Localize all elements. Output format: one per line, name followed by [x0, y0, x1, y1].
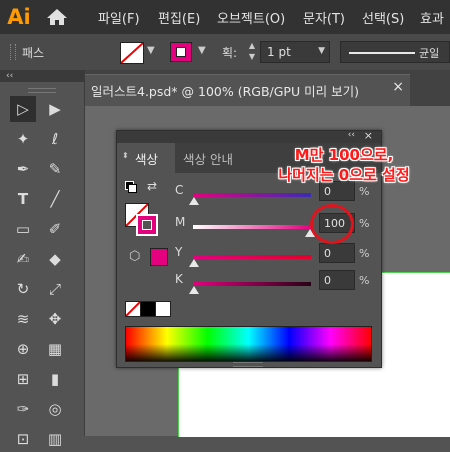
lasso-tool-icon[interactable]: ℓ	[42, 126, 68, 152]
tab-color-guide[interactable]: 색상 안내	[183, 149, 233, 168]
document-tab-title: 일러스트4.psd* @ 100% (RGB/GPU 미리 보기)	[91, 84, 359, 99]
default-colors-icon[interactable]	[125, 181, 137, 193]
black-color-button[interactable]	[140, 301, 156, 317]
none-color-button[interactable]	[125, 301, 141, 317]
line-tool-icon[interactable]: ╱	[42, 186, 68, 212]
menu-object[interactable]: 오브젝트(O)	[217, 8, 285, 27]
selection-tool-icon[interactable]: ▷	[10, 96, 36, 122]
annotation-text: M만 100으로, 나머지는 0으로 설정	[278, 146, 410, 184]
stroke-profile-select[interactable]: 균일	[340, 41, 450, 63]
close-icon[interactable]: ×	[392, 79, 404, 95]
rotate-tool-icon[interactable]: ↻	[10, 276, 36, 302]
blend-tool-icon[interactable]: ◎	[42, 396, 68, 422]
mesh-tool-icon[interactable]: ⊞	[10, 366, 36, 392]
white-color-button[interactable]	[155, 301, 171, 317]
chevron-down-icon[interactable]: ▼	[198, 45, 206, 56]
menu-type[interactable]: 문자(T)	[303, 8, 345, 27]
control-bar: 패스 ▼ ▼ 획: ▲ ▼ 1 pt ▼ 균일	[0, 34, 450, 71]
tab-color[interactable]: ⬍ 색상	[117, 143, 175, 173]
app-logo: Ai	[7, 5, 31, 29]
menu-effect[interactable]: 효과	[420, 8, 444, 27]
gradient-tool-icon[interactable]: ▮	[42, 366, 68, 392]
eyedropper-tool-icon[interactable]: ✑	[10, 396, 36, 422]
curvature-tool-icon[interactable]: ✎	[42, 156, 68, 182]
document-tab[interactable]: 일러스트4.psd* @ 100% (RGB/GPU 미리 보기) ×	[85, 74, 410, 107]
none-icon	[121, 43, 143, 63]
shaper-tool-icon[interactable]: ✍	[10, 246, 36, 272]
graph-tool-icon[interactable]: ▥	[42, 426, 68, 452]
stroke-weight-field[interactable]: 1 pt ▼	[260, 41, 330, 63]
menu-edit[interactable]: 편집(E)	[158, 8, 200, 27]
out-of-gamut-cube-icon[interactable]: ⬡	[129, 249, 140, 264]
swap-colors-icon[interactable]: ⇄	[147, 179, 157, 193]
rectangle-tool-icon[interactable]: ▭	[10, 216, 36, 242]
fill-swatch[interactable]	[120, 42, 144, 64]
pen-tool-icon[interactable]: ✒	[10, 156, 36, 182]
highlight-circle	[310, 204, 354, 244]
resize-grip-icon[interactable]	[233, 362, 263, 367]
chevron-down-icon[interactable]: ▼	[147, 45, 155, 56]
grip-icon	[28, 88, 56, 93]
stroke-stepper[interactable]: ▲ ▼	[246, 40, 258, 64]
tools-panel: ‹‹ ▷ ▶ ✦ ℓ ✒ ✎ T ╱ ▭ ✐ ✍ ◆ ↻ ⤢ ≋ ✥ ⊕ ▦ ⊞…	[0, 70, 85, 448]
menu-select[interactable]: 선택(S)	[362, 8, 404, 27]
stroke-swatch[interactable]	[170, 42, 192, 62]
shape-builder-tool-icon[interactable]: ⊕	[10, 336, 36, 362]
home-icon[interactable]	[46, 8, 68, 26]
chevron-down-icon: ▼	[318, 46, 325, 56]
scale-tool-icon[interactable]: ⤢	[42, 276, 68, 302]
menu-file[interactable]: 파일(F)	[98, 8, 140, 27]
panel-header[interactable]: ‹‹ ×	[117, 129, 381, 143]
type-tool-icon[interactable]: T	[10, 186, 36, 212]
collapse-icon[interactable]: ‹‹	[0, 70, 84, 82]
stroke-color-swatch[interactable]	[136, 214, 158, 236]
puppet-warp-tool-icon[interactable]: ✥	[42, 306, 68, 332]
close-panel-icon[interactable]: ×	[364, 129, 373, 142]
grip-icon	[10, 44, 16, 60]
magic-wand-tool-icon[interactable]: ✦	[10, 126, 36, 152]
symbol-sprayer-tool-icon[interactable]: ⊡	[10, 426, 36, 452]
selection-type-label: 패스	[22, 46, 45, 60]
perspective-grid-tool-icon[interactable]: ▦	[42, 336, 68, 362]
web-safe-color-swatch[interactable]	[150, 248, 168, 266]
stroke-label: 획:	[222, 46, 238, 60]
direct-selection-tool-icon[interactable]: ▶	[42, 96, 68, 122]
color-spectrum[interactable]	[125, 326, 372, 362]
collapse-panel-icon[interactable]: ‹‹	[348, 130, 355, 140]
eraser-tool-icon[interactable]: ◆	[42, 246, 68, 272]
menu-bar: Ai 파일(F) 편집(E) 오브젝트(O) 문자(T) 선택(S) 효과	[0, 0, 450, 34]
sort-icon: ⬍	[122, 151, 129, 160]
paintbrush-tool-icon[interactable]: ✐	[42, 216, 68, 242]
width-tool-icon[interactable]: ≋	[10, 306, 36, 332]
